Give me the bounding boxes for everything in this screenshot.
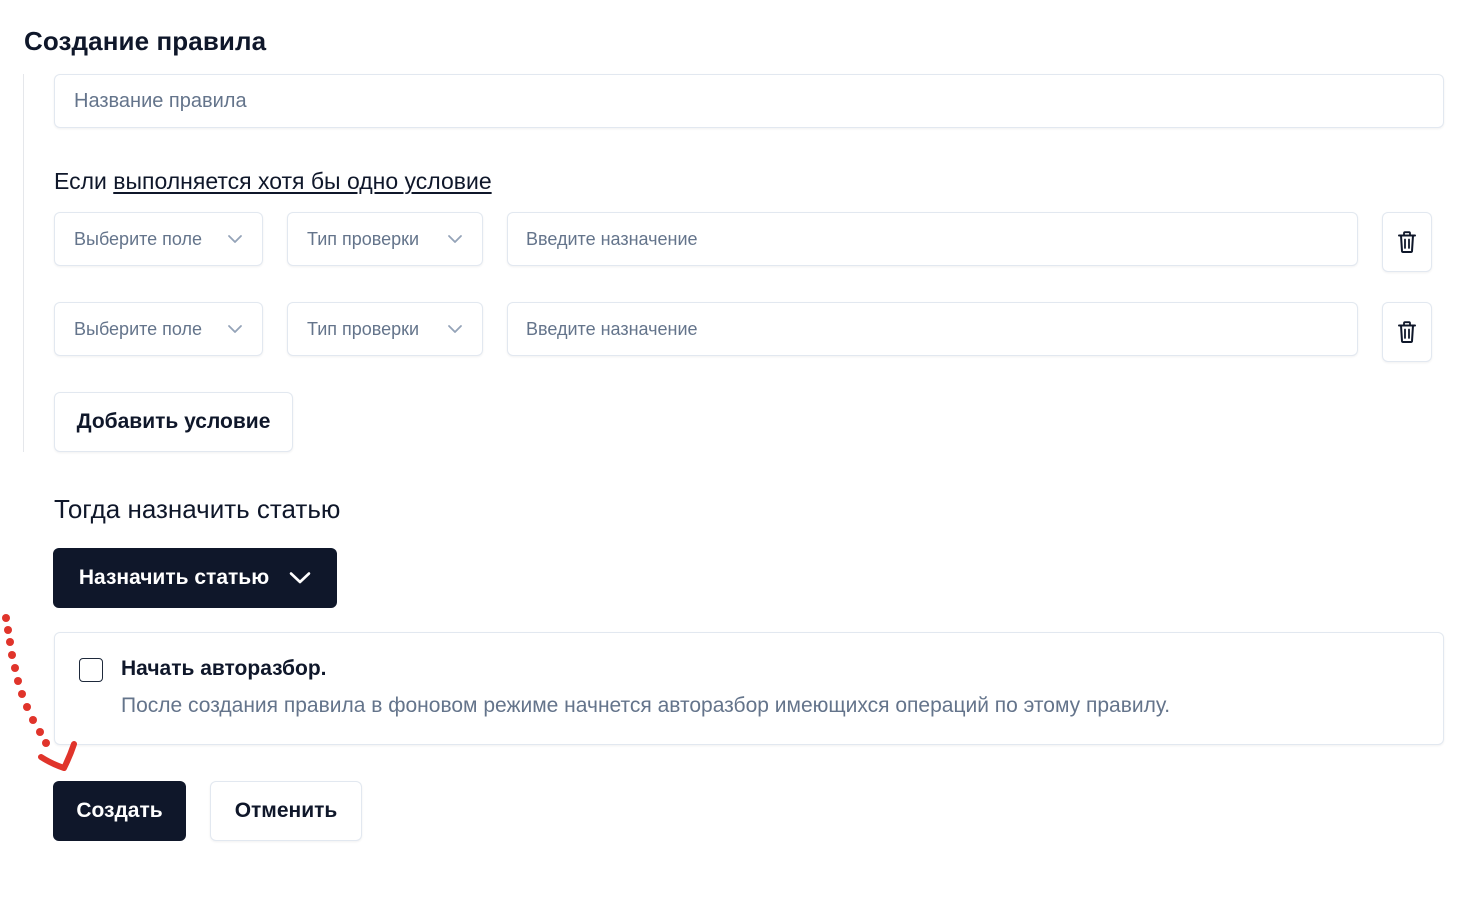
conditions-divider xyxy=(23,74,24,452)
create-button[interactable]: Создать xyxy=(53,781,186,841)
trash-icon xyxy=(1398,321,1416,343)
assign-heading: Тогда назначить статью xyxy=(54,494,341,524)
trash-icon xyxy=(1398,231,1416,253)
conditions-heading: Если выполняется хотя бы одно условие xyxy=(54,168,492,195)
assign-article-dropdown[interactable]: Назначить статью xyxy=(53,548,337,608)
chevron-down-icon xyxy=(448,325,462,333)
chevron-down-icon xyxy=(448,235,462,243)
rule-create-page: Создание правила Если выполняется хотя б… xyxy=(0,0,1466,918)
condition-check-type-select[interactable]: Тип проверки xyxy=(287,302,483,356)
delete-condition-button[interactable] xyxy=(1382,302,1432,362)
conditions-heading-prefix: Если xyxy=(54,168,107,194)
cancel-button[interactable]: Отменить xyxy=(210,781,362,841)
chevron-down-icon xyxy=(228,235,242,243)
condition-value-input[interactable] xyxy=(507,212,1358,266)
chevron-down-icon xyxy=(289,572,311,584)
condition-field-select-label: Выберите поле xyxy=(74,228,203,249)
condition-check-type-label: Тип проверки xyxy=(307,228,420,249)
add-condition-button[interactable]: Добавить условие xyxy=(54,392,293,452)
condition-field-select[interactable]: Выберите поле xyxy=(54,302,263,356)
autoparse-description: После создания правила в фоновом режиме … xyxy=(121,694,1171,717)
autoparse-title: Начать авторазбор. xyxy=(121,657,327,680)
delete-condition-button[interactable] xyxy=(1382,212,1432,272)
assign-article-label: Назначить статью xyxy=(78,566,270,589)
chevron-down-icon xyxy=(228,325,242,333)
rule-name-input[interactable] xyxy=(54,74,1444,128)
page-title: Создание правила xyxy=(24,26,267,56)
condition-check-type-select[interactable]: Тип проверки xyxy=(287,212,483,266)
condition-value-input[interactable] xyxy=(507,302,1358,356)
autoparse-checkbox[interactable] xyxy=(79,658,103,682)
condition-mode-link[interactable]: выполняется хотя бы одно условие xyxy=(113,168,491,194)
condition-field-select-label: Выберите поле xyxy=(74,318,203,339)
condition-field-select[interactable]: Выберите поле xyxy=(54,212,263,266)
autoparse-card: Начать авторазбор. После создания правил… xyxy=(54,632,1444,745)
condition-check-type-label: Тип проверки xyxy=(307,318,420,339)
